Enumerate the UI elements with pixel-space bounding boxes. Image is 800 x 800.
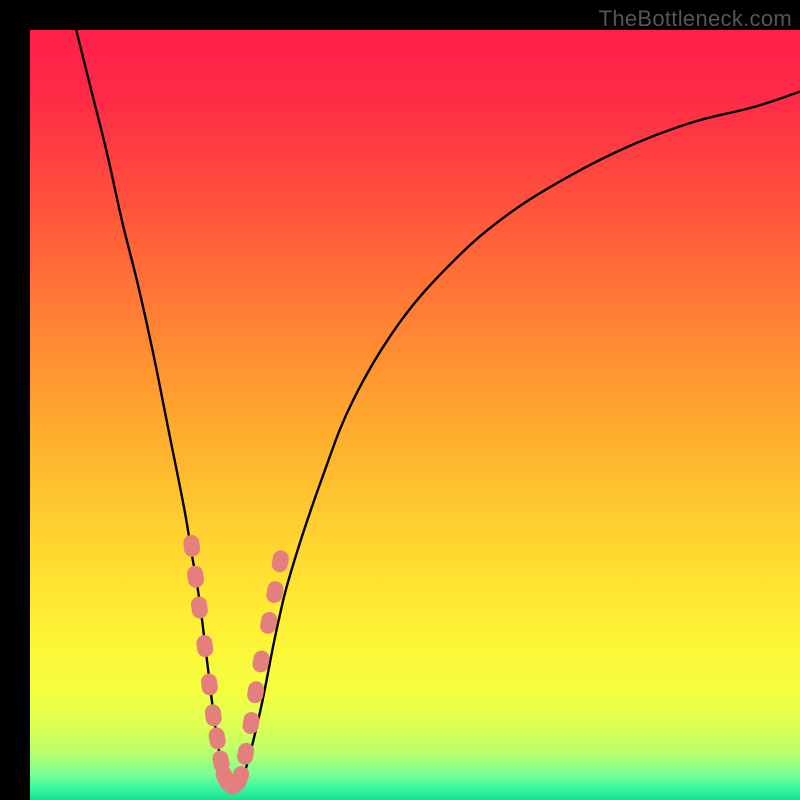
highlight-marker bbox=[241, 711, 260, 735]
bottleneck-curve bbox=[76, 30, 800, 787]
highlight-marker bbox=[204, 703, 223, 727]
curve-layer bbox=[30, 30, 800, 800]
highlight-marker bbox=[182, 534, 201, 558]
highlight-marker bbox=[265, 580, 285, 605]
highlight-marker bbox=[195, 634, 214, 658]
chart-frame: TheBottleneck.com bbox=[0, 0, 800, 800]
watermark-label: TheBottleneck.com bbox=[599, 6, 792, 32]
highlight-markers bbox=[182, 534, 290, 798]
highlight-marker bbox=[207, 726, 226, 750]
plot-area bbox=[30, 30, 800, 800]
highlight-marker bbox=[270, 549, 290, 573]
highlight-marker bbox=[186, 565, 205, 589]
highlight-marker bbox=[190, 596, 209, 620]
highlight-marker bbox=[200, 673, 219, 697]
